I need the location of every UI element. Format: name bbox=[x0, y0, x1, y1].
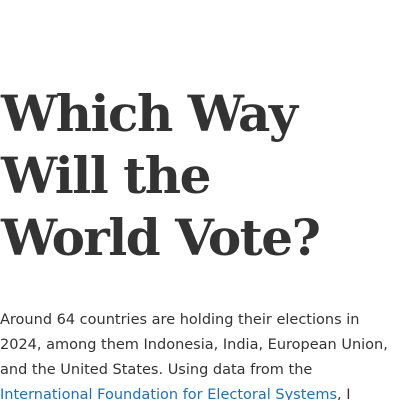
article-page: Which Way Will the World Vote? Around 64… bbox=[0, 0, 400, 400]
title-line-1: Which Way bbox=[1, 84, 298, 143]
intro-line-3: and the United States. Using data from t… bbox=[0, 362, 313, 378]
title-line-3: World Vote? bbox=[1, 208, 321, 267]
page-title: Which Way Will the World Vote? bbox=[1, 83, 400, 269]
intro-line-4-tail: , I bbox=[337, 387, 351, 400]
intro-paragraph: Around 64 countries are holding their el… bbox=[0, 308, 392, 400]
intro-line-4: International Foundation for Electoral S… bbox=[0, 383, 392, 400]
intro-line-2: 2024, among them Indonesia, India, Europ… bbox=[0, 337, 388, 353]
intro-line-1: Around 64 countries are holding their el… bbox=[0, 312, 360, 328]
title-line-2: Will the bbox=[1, 146, 211, 205]
ifes-link[interactable]: International Foundation for Electoral S… bbox=[0, 387, 337, 400]
